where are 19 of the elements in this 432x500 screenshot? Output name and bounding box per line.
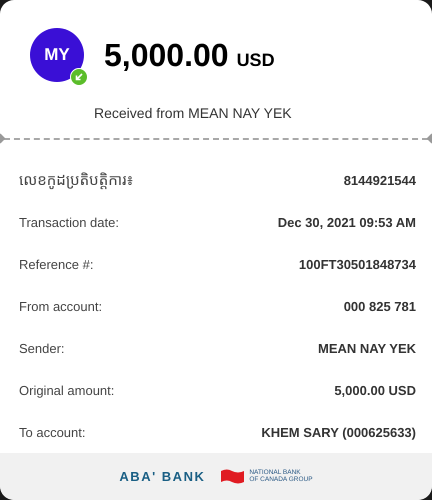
detail-value: Dec 30, 2021 09:53 AM (278, 214, 416, 230)
detail-label: Transaction date: (19, 214, 119, 230)
detail-label: To account: (19, 424, 86, 440)
flag-icon (221, 468, 244, 486)
detail-label: Original amount: (19, 382, 114, 398)
bank-logo: ABA' BANK (119, 469, 206, 484)
currency: USD (236, 50, 275, 70)
detail-label: Reference #: (19, 256, 94, 272)
detail-label: Sender: (19, 340, 65, 356)
amount: 5,000.00 (104, 36, 229, 72)
detail-label: From account: (19, 298, 102, 314)
detail-value: 5,000.00 USD (334, 382, 416, 398)
detail-value: 8144921544 (344, 172, 416, 188)
detail-label: លេខកូដប្រតិបត្តិការ៖ (19, 170, 134, 190)
detail-value: KHEM SARY (000625633) (261, 424, 416, 440)
received-from-text: Received from MEAN NAY YEK (94, 105, 293, 121)
detail-value: 100FT30501848734 (298, 256, 416, 272)
detail-value: MEAN NAY YEK (318, 340, 416, 356)
detail-value: 000 825 781 (344, 298, 416, 314)
